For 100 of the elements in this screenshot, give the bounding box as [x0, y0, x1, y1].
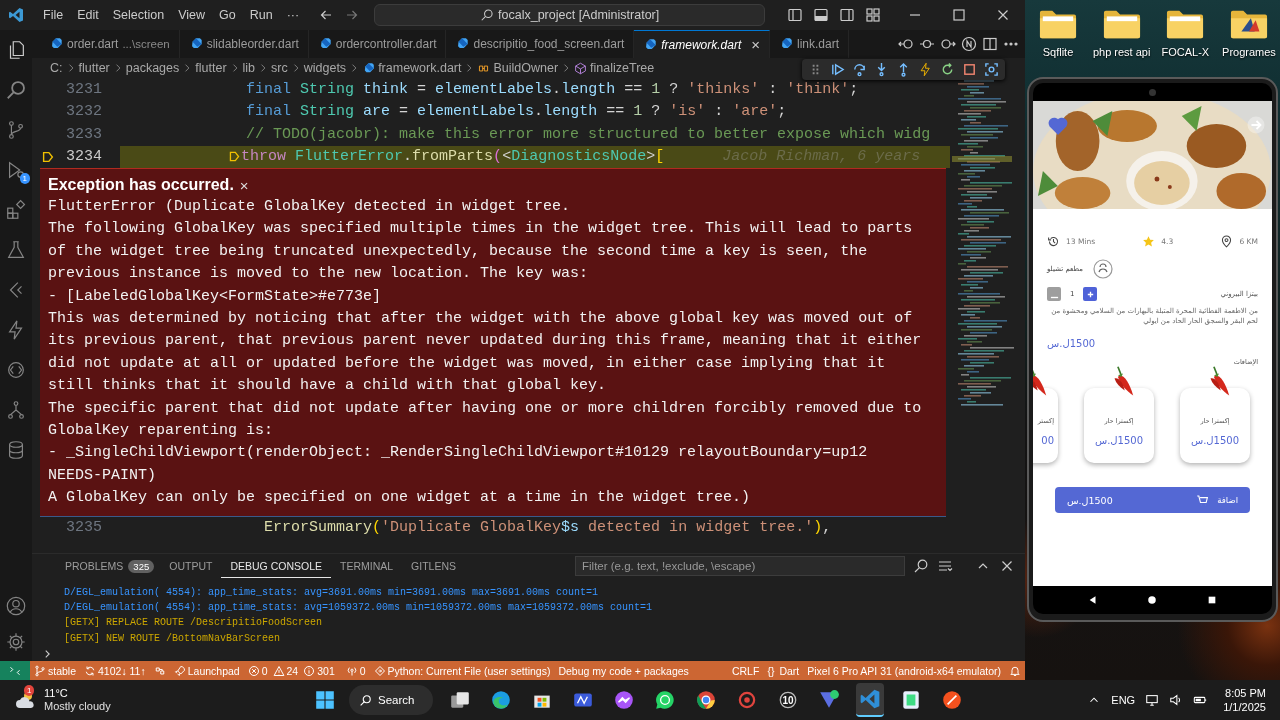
- close-tab-button[interactable]: ×: [751, 36, 761, 53]
- editor-tab[interactable]: ordercontroller.dart: [308, 30, 447, 58]
- back-triangle-icon[interactable]: [1087, 595, 1098, 605]
- recents-square-icon[interactable]: [1207, 595, 1218, 605]
- language-item[interactable]: {} Dart: [763, 661, 804, 680]
- menu-item[interactable]: Run: [242, 5, 280, 25]
- breadcrumb-item[interactable]: BuildOwner: [477, 61, 559, 75]
- close-button[interactable]: ×: [239, 176, 249, 194]
- search-field[interactable]: Search: [349, 685, 433, 715]
- remote-icon[interactable]: [5, 359, 27, 381]
- breadcrumb-item[interactable]: packages: [125, 61, 180, 75]
- line-number: 3231: [65, 80, 102, 98]
- minus-button[interactable]: [1047, 287, 1061, 301]
- menu-item[interactable]: Selection: [105, 5, 172, 25]
- panel-tab[interactable]: GITLENS: [402, 554, 466, 578]
- status-item[interactable]: Debug my code + packages: [554, 661, 693, 680]
- command-center[interactable]: focalx_project [Administrator]: [374, 4, 766, 26]
- history-icon: [1047, 234, 1060, 248]
- circle-letter-icon[interactable]: [961, 36, 977, 52]
- layout-grid-icon[interactable]: [865, 7, 881, 23]
- target-icon: [736, 689, 758, 711]
- desktop-icon-label[interactable]: Sqflite: [1042, 46, 1074, 58]
- debug-config-item[interactable]: Python: Current File (user settings): [369, 661, 555, 680]
- sidebar-toggle-icon[interactable]: [787, 7, 803, 23]
- panel-tab[interactable]: DEBUG CONSOLE: [221, 554, 331, 578]
- temperature-text: 11°C: [44, 687, 69, 700]
- editor-tab[interactable]: slidableorder.dart: [179, 30, 309, 58]
- secondary-sidebar-icon[interactable]: [839, 7, 855, 23]
- breadcrumb-item[interactable]: C:: [50, 61, 63, 75]
- filter-field[interactable]: Filter (e.g. text, !exclude, \escape): [575, 556, 905, 577]
- previous-change-icon[interactable]: [898, 36, 914, 52]
- language-indicator[interactable]: ENG: [1111, 694, 1136, 706]
- split-editor-icon[interactable]: [982, 36, 998, 52]
- minimap[interactable]: [950, 78, 1014, 408]
- tab-label: descripitio_food_screen.dart: [473, 37, 625, 51]
- breadcrumb-item[interactable]: flutter: [78, 61, 110, 75]
- panel-toggle-icon[interactable]: [813, 7, 829, 23]
- favorite-button[interactable]: [1047, 115, 1069, 137]
- folder-icon[interactable]: [1166, 8, 1205, 40]
- menu-item[interactable]: Edit: [70, 5, 106, 25]
- folder-icon[interactable]: [1039, 8, 1077, 40]
- menu-item[interactable]: ···: [279, 5, 307, 25]
- line-number: 3234: [65, 148, 102, 166]
- notification-badge: 1: [19, 173, 30, 184]
- add-price: 1500ل.س: [1067, 494, 1113, 506]
- folder-icon[interactable]: [1102, 8, 1141, 40]
- sync-status-item[interactable]: 4102↓ 11↑: [80, 661, 150, 680]
- desktop-icon-label[interactable]: Programes: [1222, 46, 1276, 58]
- home-circle-icon[interactable]: [1147, 595, 1158, 605]
- breadcrumb-item[interactable]: finalizeTree: [574, 61, 655, 75]
- ports-item[interactable]: 0: [341, 661, 370, 680]
- exception-title: Exception has occurred.: [48, 176, 234, 194]
- git-branch-item[interactable]: stable: [30, 661, 81, 680]
- location-pin-icon: [1220, 234, 1234, 248]
- folder-icon[interactable]: [1229, 8, 1268, 40]
- flask-icon[interactable]: [5, 239, 27, 261]
- clock-time[interactable]: 8:05 PM: [1225, 686, 1266, 700]
- problems-item[interactable]: 0 24 301: [243, 661, 342, 680]
- plus-button[interactable]: [1083, 287, 1098, 301]
- status-item[interactable]: Pixel 6 Pro API 31 (android-x64 emulator): [803, 661, 1005, 680]
- search-icon[interactable]: [913, 558, 929, 575]
- editor-tab[interactable]: order.dart ...\screen: [40, 30, 180, 58]
- step-over-icon[interactable]: [852, 62, 867, 77]
- graph-icon[interactable]: [5, 399, 27, 421]
- breadcrumb-item[interactable]: flutter: [195, 61, 227, 75]
- taskbar-app[interactable]: [856, 683, 884, 717]
- maximize-icon[interactable]: [951, 7, 967, 23]
- extensions-icon[interactable]: [5, 199, 27, 221]
- menu-item[interactable]: Go: [212, 5, 243, 25]
- network-icon[interactable]: [1145, 693, 1160, 707]
- settings-icon[interactable]: [5, 631, 27, 653]
- breadcrumb-item[interactable]: src: [271, 61, 288, 75]
- inspect-icon[interactable]: [984, 62, 999, 77]
- status-item[interactable]: CRLF: [727, 661, 764, 680]
- desktop-icon-label[interactable]: FOCAL-X: [1161, 46, 1210, 58]
- notification-badge: 1: [24, 685, 35, 696]
- panel-tab[interactable]: OUTPUT: [160, 554, 222, 578]
- breadcrumb-item[interactable]: widgets: [303, 61, 347, 75]
- add-label: اضافة: [1217, 495, 1238, 505]
- search-icon[interactable]: [5, 79, 27, 101]
- add-to-cart-button[interactable]: اضافة 1500ل.س: [1055, 487, 1250, 513]
- menu-item[interactable]: View: [171, 5, 212, 25]
- stop-icon[interactable]: [962, 62, 977, 77]
- breadcrumb-item[interactable]: framework.dart: [362, 61, 462, 75]
- next-change-icon[interactable]: [940, 36, 956, 52]
- hot-reload-icon[interactable]: [918, 62, 933, 77]
- restart-icon[interactable]: [940, 62, 955, 77]
- continue-icon[interactable]: [830, 62, 845, 77]
- windows-start-icon[interactable]: [314, 689, 336, 711]
- editor-tab[interactable]: link.dart: [770, 30, 850, 58]
- launchpad-item[interactable]: Launchpad: [169, 661, 244, 680]
- menu-item[interactable]: File: [36, 5, 71, 25]
- desktop-icon-label[interactable]: php rest api: [1092, 46, 1151, 58]
- taskbar-app[interactable]: 10: [774, 683, 802, 717]
- panel-tab[interactable]: TERMINAL: [331, 554, 403, 578]
- breadcrumb-item[interactable]: lib: [242, 61, 256, 75]
- account-icon[interactable]: [5, 595, 27, 617]
- clock-date[interactable]: 1/1/2025: [1223, 700, 1266, 714]
- editor-tab[interactable]: framework.dart ×: [634, 30, 771, 58]
- weather-widget[interactable]: 1 11°C Mostly cloudy: [14, 687, 314, 713]
